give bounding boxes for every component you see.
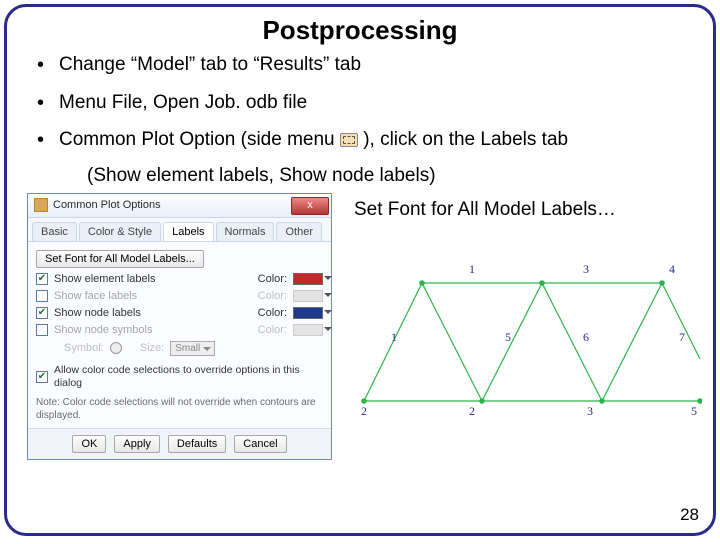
dialog-button-row: OK Apply Defaults Cancel <box>28 428 331 459</box>
cancel-button[interactable]: Cancel <box>234 435 286 453</box>
close-button[interactable]: x <box>291 197 329 215</box>
dialog-body: Set Font for All Model Labels... ✔ Show … <box>28 242 331 428</box>
color-swatch-node[interactable] <box>293 307 323 319</box>
dialog-tabs: Basic Color & Style Labels Normals Other <box>28 218 331 242</box>
checkbox-allow-color[interactable]: ✔ <box>36 371 48 383</box>
row-show-face-labels: Show face labels Color: <box>36 290 323 302</box>
tab-labels[interactable]: Labels <box>163 222 213 241</box>
checkbox-node-symbols[interactable] <box>36 324 48 336</box>
tab-color-style[interactable]: Color & Style <box>79 222 161 241</box>
set-font-text: Set Font for All Model Labels… <box>354 199 693 221</box>
tab-normals[interactable]: Normals <box>216 222 275 241</box>
color-label-1: Color: <box>258 290 287 302</box>
elem-label: 1 <box>469 262 475 276</box>
elem-label: 5 <box>505 330 511 344</box>
color-swatch-element[interactable] <box>293 273 323 285</box>
elem-label: 2 <box>361 404 367 418</box>
bullet-3a: Common Plot Option (side menu <box>59 129 335 150</box>
tab-basic[interactable]: Basic <box>32 222 77 241</box>
common-plot-options-dialog: Common Plot Options x Basic Color & Styl… <box>27 193 332 460</box>
right-column: Set Font for All Model Labels… <box>346 193 693 460</box>
common-plot-options-icon <box>340 133 358 147</box>
ok-button[interactable]: OK <box>72 435 106 453</box>
apply-button[interactable]: Apply <box>114 435 160 453</box>
tab-other[interactable]: Other <box>276 222 322 241</box>
checkbox-face-labels[interactable] <box>36 290 48 302</box>
row-symbol-size: Symbol: Size: Small <box>64 341 323 356</box>
color-swatch-face <box>293 290 323 302</box>
elem-label: 5 <box>691 404 697 418</box>
page-number: 28 <box>680 505 699 525</box>
symbol-label: Symbol: <box>64 342 104 354</box>
checkbox-node-labels[interactable]: ✔ <box>36 307 48 319</box>
bullet-3b: ), click on the Labels tab <box>363 129 568 150</box>
elem-label: 2 <box>469 404 475 418</box>
dialog-titlebar[interactable]: Common Plot Options x <box>28 194 331 218</box>
color-label-2: Color: <box>258 307 287 319</box>
dialog-note: Note: Color code selections will not ove… <box>36 396 323 422</box>
elem-label: 3 <box>587 404 593 418</box>
dialog-icon <box>34 198 48 212</box>
label-node-symbols: Show node symbols <box>54 324 252 336</box>
color-label-0: Color: <box>258 273 287 285</box>
label-allow-color: Allow color code selections to override … <box>54 364 323 390</box>
row-show-node-labels: ✔ Show node labels Color: <box>36 307 323 319</box>
bullet-list: Change “Model” tab to “Results” tab Menu… <box>27 52 693 153</box>
slide-frame: Postprocessing Change “Model” tab to “Re… <box>4 4 716 536</box>
color-swatch-symbol <box>293 324 323 336</box>
bullet-sub: (Show element labels, Show node labels) <box>87 165 693 187</box>
elem-label: 3 <box>583 262 589 276</box>
size-label: Size: <box>140 342 164 354</box>
symbol-picker <box>110 342 122 354</box>
bullet-1: Change “Model” tab to “Results” tab <box>37 52 693 78</box>
row-show-element-labels: ✔ Show element labels Color: <box>36 273 323 285</box>
elem-label: 1 <box>391 330 397 344</box>
checkbox-element-labels[interactable]: ✔ <box>36 273 48 285</box>
row-allow-color-code: ✔ Allow color code selections to overrid… <box>36 364 323 390</box>
row-show-node-symbols: Show node symbols Color: <box>36 324 323 336</box>
label-face-labels: Show face labels <box>54 290 252 302</box>
bullet-2: Menu File, Open Job. odb file <box>37 90 693 116</box>
defaults-button[interactable]: Defaults <box>168 435 226 453</box>
mesh-diagram: 1 3 4 1 5 6 7 2 2 3 5 <box>342 251 702 421</box>
elem-label: 7 <box>679 330 685 344</box>
label-element-labels: Show element labels <box>54 273 252 285</box>
elem-label: 6 <box>583 330 589 344</box>
set-font-button[interactable]: Set Font for All Model Labels... <box>36 250 204 268</box>
elem-label: 4 <box>669 262 675 276</box>
slide-title: Postprocessing <box>27 15 693 46</box>
label-node-labels: Show node labels <box>54 307 252 319</box>
dialog-title: Common Plot Options <box>53 199 161 211</box>
size-select: Small <box>170 341 215 356</box>
color-label-3: Color: <box>258 324 287 336</box>
bullet-3: Common Plot Option (side menu ), click o… <box>37 127 693 153</box>
